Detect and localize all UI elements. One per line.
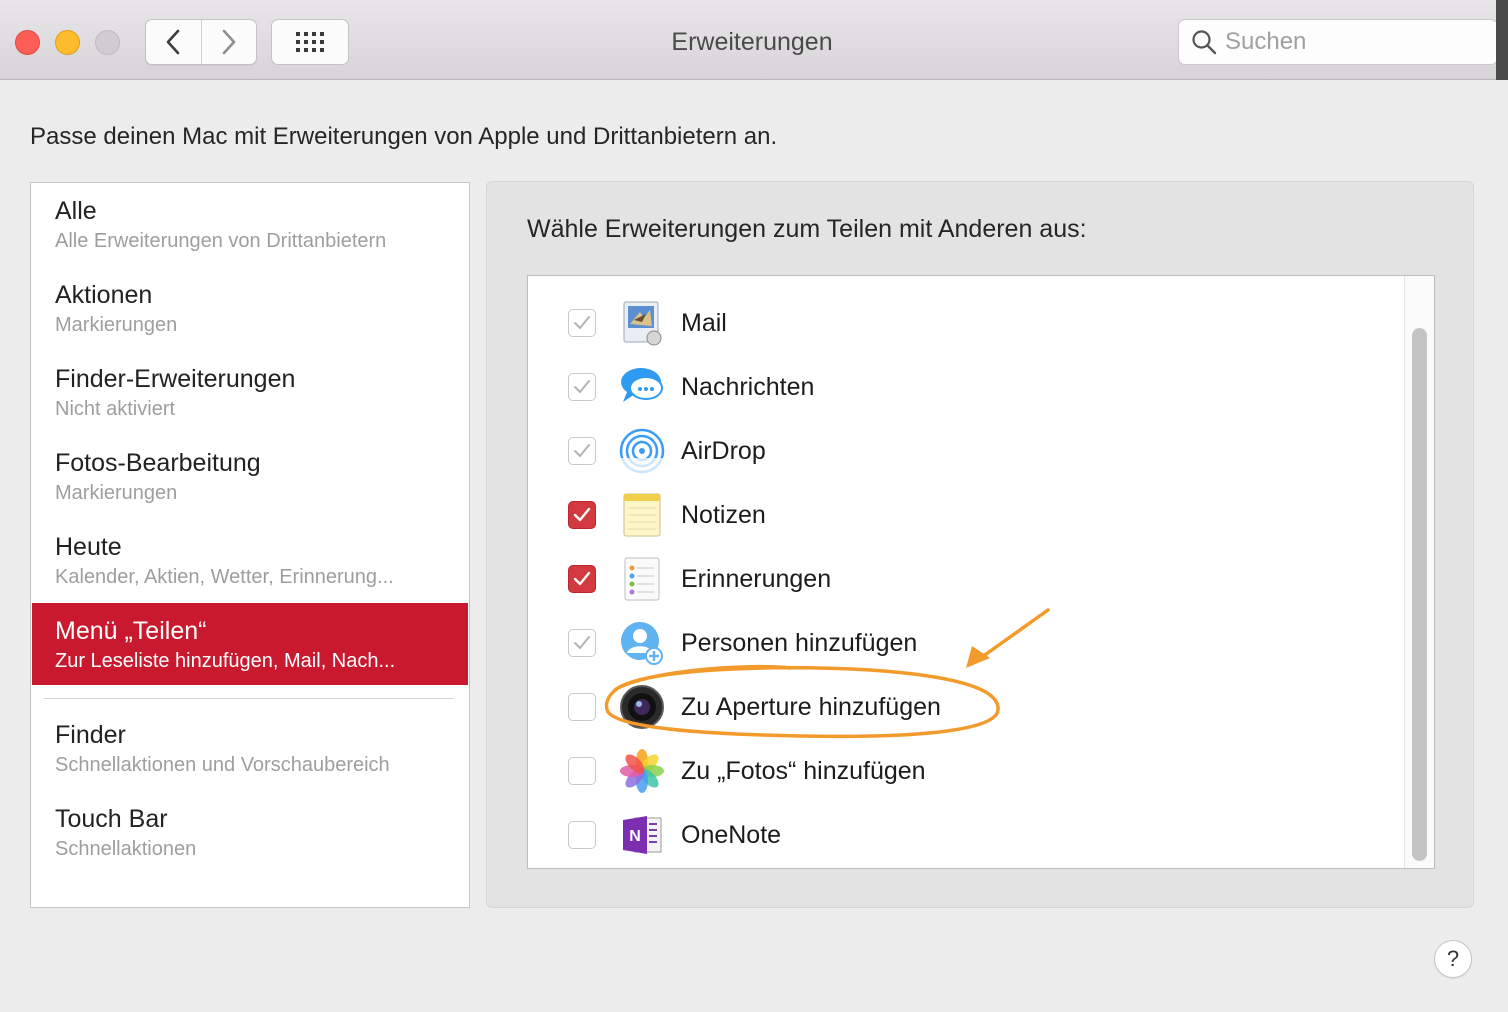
close-window-button[interactable] [15, 30, 40, 55]
show-all-button[interactable] [271, 19, 349, 65]
aperture-checkbox[interactable] [568, 693, 596, 721]
extension-label: Zu Aperture hinzufügen [681, 692, 941, 721]
panel-heading: Wähle Erweiterungen zum Teilen mit Ander… [527, 215, 1087, 243]
sidebar-item-subtitle: Nicht aktiviert [55, 398, 176, 420]
zoom-window-button[interactable] [95, 30, 120, 55]
reminders-icon [619, 556, 665, 602]
mail-icon [619, 300, 665, 346]
extension-label: Nachrichten [681, 372, 815, 401]
search-field[interactable] [1178, 19, 1498, 65]
minimize-window-button[interactable] [55, 30, 80, 55]
list-item: Erinnerungen [528, 547, 1398, 611]
sidebar-item-heute[interactable]: Heute Kalender, Aktien, Wetter, Erinneru… [32, 519, 468, 601]
personen-hinzufuegen-checkbox [568, 629, 596, 657]
list-item: Notizen [528, 483, 1398, 547]
list-item: Zu „Fotos“ hinzufügen [528, 739, 1398, 803]
extension-label: Notizen [681, 500, 766, 529]
extension-label: OneNote [681, 820, 782, 849]
sidebar-item-subtitle: Markierungen [55, 314, 178, 336]
sidebar-item-aktionen[interactable]: Aktionen Markierungen [32, 267, 468, 349]
notes-icon [619, 492, 665, 538]
svg-text:N: N [629, 828, 641, 845]
sidebar-item-title: Aktionen [55, 281, 153, 309]
sidebar-item-finder-erweiterungen[interactable]: Finder-Erweiterungen Nicht aktiviert [32, 351, 468, 433]
sidebar-item-title: Menü „Teilen“ [55, 617, 207, 645]
title-bar: Erweiterungen [0, 0, 1508, 80]
airdrop-icon [619, 428, 665, 474]
list-item: Personen hinzufügen [528, 611, 1398, 675]
sidebar-item-fotos-bearbeitung[interactable]: Fotos-Bearbeitung Markierungen [32, 435, 468, 517]
sidebar-item-subtitle: Schnellaktionen und Vorschaubereich [55, 754, 390, 776]
nachrichten-checkbox [568, 373, 596, 401]
sidebar-item-title: Fotos-Bearbeitung [55, 449, 261, 477]
extension-label: Mail [681, 308, 727, 337]
chevron-right-icon [222, 29, 236, 55]
scrollbar-thumb[interactable] [1412, 328, 1427, 861]
help-button[interactable]: ? [1434, 940, 1472, 978]
sidebar-item-title: Finder [55, 721, 126, 749]
forward-button[interactable] [200, 20, 257, 64]
search-input[interactable] [1225, 28, 1485, 56]
list-item: Mail [528, 291, 1398, 355]
sidebar-item-subtitle: Schnellaktionen [55, 838, 197, 860]
sidebar-item-touch-bar[interactable]: Touch Bar Schnellaktionen [32, 791, 468, 873]
onenote-icon: N [619, 812, 665, 858]
extension-label: Zu „Fotos“ hinzufügen [681, 756, 926, 785]
list-item: Nachrichten [528, 355, 1398, 419]
onenote-checkbox[interactable] [568, 821, 596, 849]
extensions-panel: Wähle Erweiterungen zum Teilen mit Ander… [486, 181, 1474, 908]
extension-label: Erinnerungen [681, 564, 832, 593]
list-item: Zu Aperture hinzufügen [528, 675, 1398, 739]
sidebar-item-title: Touch Bar [55, 805, 168, 833]
search-icon [1189, 27, 1219, 57]
add-people-icon [619, 620, 665, 666]
extension-label: Personen hinzufügen [681, 628, 918, 657]
extensions-list: Mail Nachrichten AirDrop Notizen Erinner… [527, 275, 1435, 869]
fotos-checkbox[interactable] [568, 757, 596, 785]
grid-icon [296, 32, 324, 52]
sidebar-item-alle[interactable]: Alle Alle Erweiterungen von Drittanbiete… [32, 183, 468, 265]
sidebar-item-subtitle: Zur Leseliste hinzufügen, Mail, Nach... [55, 650, 396, 672]
back-button[interactable] [146, 20, 201, 64]
scrollbar[interactable] [1404, 276, 1434, 868]
sidebar-item-subtitle: Kalender, Aktien, Wetter, Erinnerung... [55, 566, 394, 588]
mail-checkbox [568, 309, 596, 337]
sidebar-item-title: Finder-Erweiterungen [55, 365, 296, 393]
sidebar-item-subtitle: Markierungen [55, 482, 178, 504]
extension-label: AirDrop [681, 436, 766, 465]
messages-icon [619, 364, 665, 410]
chevron-left-icon [166, 29, 180, 55]
intro-text: Passe deinen Mac mit Erweiterungen von A… [30, 123, 778, 150]
category-sidebar: Alle Alle Erweiterungen von Drittanbiete… [30, 182, 470, 908]
window-title: Erweiterungen [671, 28, 833, 56]
navigation-buttons [145, 19, 257, 65]
list-item: N OneNote [528, 803, 1398, 867]
window-edge [1496, 0, 1508, 80]
airdrop-checkbox [568, 437, 596, 465]
sidebar-item-subtitle: Alle Erweiterungen von Drittanbietern [55, 230, 387, 252]
sidebar-item-finder[interactable]: Finder Schnellaktionen und Vorschauberei… [32, 707, 468, 789]
sidebar-item-title: Heute [55, 533, 122, 561]
sidebar-divider [44, 698, 454, 699]
list-item: AirDrop [528, 419, 1398, 483]
photos-icon [619, 748, 665, 794]
erinnerungen-checkbox[interactable] [568, 565, 596, 593]
notizen-checkbox[interactable] [568, 501, 596, 529]
sidebar-item-title: Alle [55, 197, 97, 225]
sidebar-item-menu-teilen[interactable]: Menü „Teilen“ Zur Leseliste hinzufügen, … [32, 603, 468, 685]
aperture-icon [619, 684, 665, 730]
